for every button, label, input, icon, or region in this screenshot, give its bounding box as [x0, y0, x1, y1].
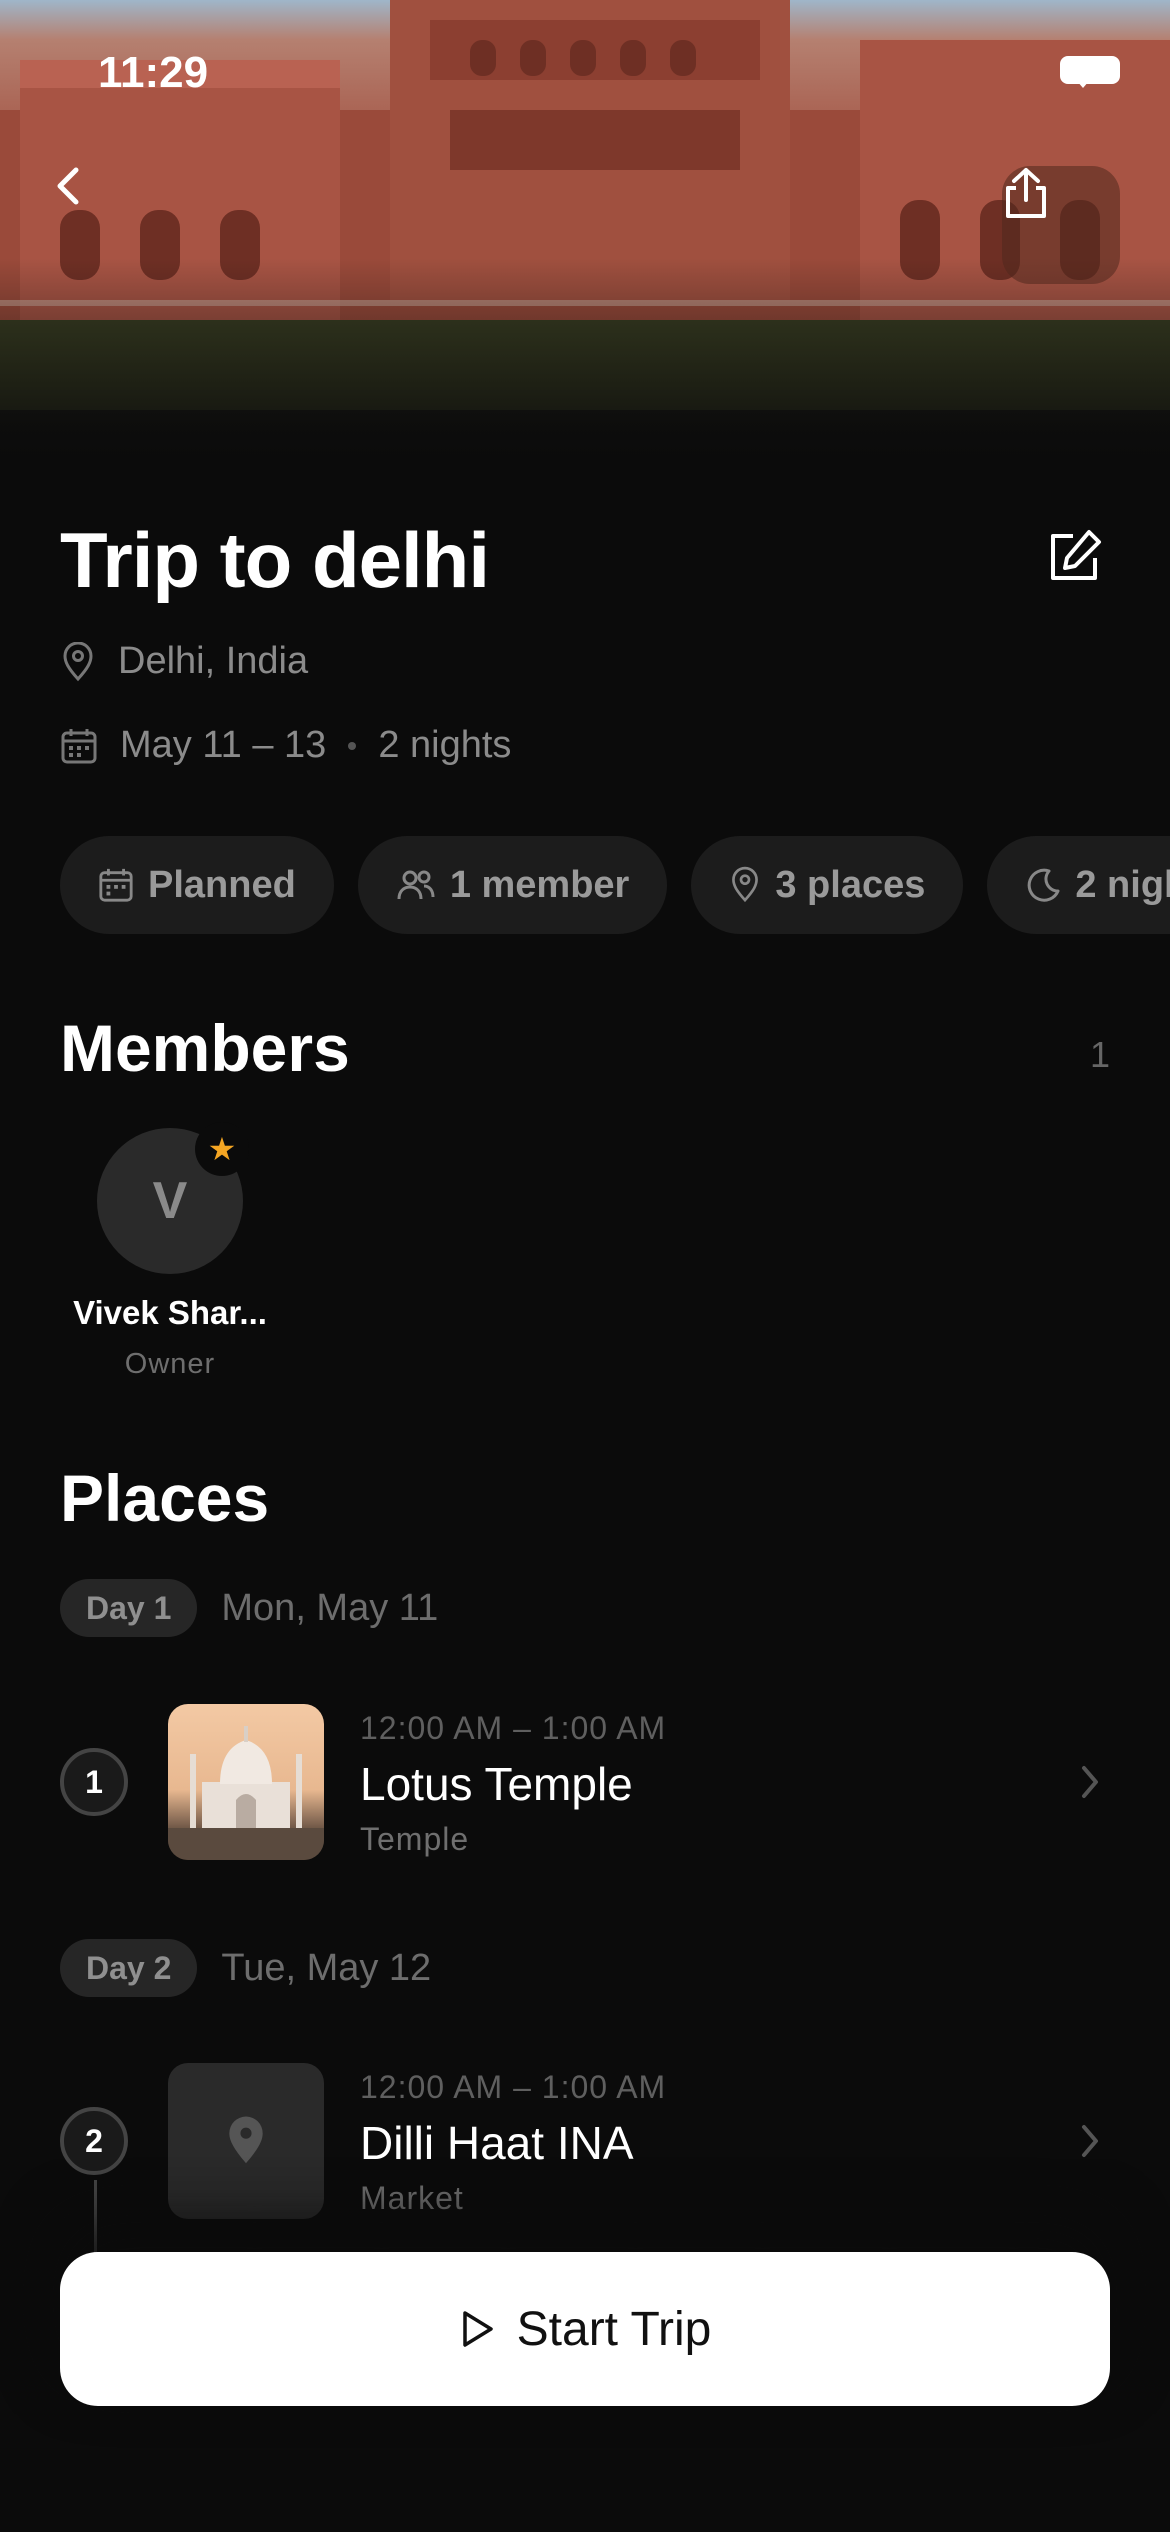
avatar-initial: V	[152, 1172, 188, 1230]
share-icon	[1006, 168, 1046, 218]
place-thumbnail	[168, 1704, 324, 1860]
moon-icon	[1028, 868, 1060, 902]
edit-icon	[1051, 530, 1101, 580]
hero-image: 11:29	[0, 0, 1170, 470]
pin-icon	[229, 2116, 263, 2164]
place-number: 2	[60, 2107, 128, 2175]
day-date: Mon, May 11	[221, 1586, 439, 1629]
trip-location: Delhi, India	[60, 640, 308, 683]
play-icon	[462, 2311, 493, 2347]
avatar: V ★	[97, 1122, 249, 1274]
chip-label: Planned	[148, 863, 296, 906]
member-card[interactable]: V ★ Vivek Shar... Owner	[60, 1122, 280, 1381]
title-row: Trip to delhi	[60, 515, 1110, 605]
day-header-2: Day 2 Tue, May 12	[60, 1939, 431, 1997]
place-time: 12:00 AM – 1:00 AM	[360, 1710, 667, 1746]
place-type: Market	[360, 2180, 464, 2216]
chip-status[interactable]: Planned	[60, 836, 334, 934]
place-type: Temple	[360, 1821, 470, 1857]
start-trip-button[interactable]: Start Trip	[60, 2252, 1110, 2406]
status-time: 11:29	[98, 48, 209, 97]
place-time: 12:00 AM – 1:00 AM	[360, 2069, 667, 2105]
pin-icon	[63, 641, 93, 681]
chevron-left-icon	[57, 167, 79, 205]
chevron-right-icon	[1082, 2125, 1098, 2157]
members-count: 1	[1089, 1034, 1110, 1075]
location-text: Delhi, India	[118, 640, 309, 682]
place-number: 1	[60, 1748, 128, 1816]
wifi-icon	[1061, 56, 1105, 88]
day-date: Tue, May 12	[221, 1946, 432, 1989]
place-info: 12:00 AM – 1:00 AM Dilli Haat INA Market	[360, 2069, 666, 2217]
calendar-icon	[99, 868, 133, 902]
dates-text: May 11 – 13	[120, 724, 327, 766]
pin-icon	[732, 866, 759, 903]
trip-detail-screen: 11:29 Trip to delhi Delhi, India May 11 …	[0, 0, 1170, 2532]
trip-title: Trip to delhi	[60, 516, 490, 604]
place-info: 12:00 AM – 1:00 AM Lotus Temple Temple	[360, 1710, 666, 1858]
back-button[interactable]	[50, 166, 168, 284]
place-name: Dilli Haat INA	[360, 2117, 634, 2169]
chevron-right-icon	[1082, 1766, 1098, 1798]
member-role: Owner	[124, 1348, 216, 1380]
place-name: Lotus Temple	[360, 1758, 633, 1810]
place-row[interactable]: 2 12:00 AM – 1:00 AM Dilli Haat INA Mark…	[60, 2063, 1110, 2219]
chip-members[interactable]: 1 member	[357, 836, 668, 934]
member-name: Vivek Shar...	[73, 1294, 267, 1331]
calendar-icon	[61, 728, 97, 763]
share-button[interactable]	[1002, 166, 1120, 284]
place-thumbnail	[168, 2063, 324, 2219]
nights-text: 2 nights	[378, 724, 512, 766]
chip-places[interactable]: 3 places	[691, 836, 964, 934]
places-heading: Places	[60, 1461, 270, 1535]
taj-mahal-image	[168, 1726, 324, 1860]
day-badge: Day 1	[60, 1579, 198, 1637]
place-row[interactable]: 1 12:00 AM – 1:00 AM Lotus Temple Temple	[60, 1704, 1110, 1860]
day-header-1: Day 1 Mon, May 11	[60, 1579, 438, 1637]
summary-chips: Planned 1 member 3 places 2 nights	[60, 836, 1170, 934]
start-trip-label: Start Trip	[516, 2302, 712, 2356]
separator-dot	[348, 741, 357, 750]
chip-label: 3 places	[775, 863, 926, 906]
day-badge: Day 2	[60, 1939, 198, 1997]
people-icon	[397, 870, 435, 900]
chip-label: 2 nights	[1075, 863, 1170, 906]
timeline-connector	[94, 2180, 97, 2260]
status-icons	[1060, 56, 1120, 88]
trip-dates: May 11 – 13 2 nights	[60, 724, 511, 767]
chip-label: 1 member	[449, 863, 630, 906]
star-icon: ★	[195, 1122, 249, 1176]
chip-nights[interactable]: 2 nights	[987, 836, 1170, 934]
members-heading: Members	[60, 1011, 350, 1085]
edit-button[interactable]	[1038, 521, 1110, 593]
